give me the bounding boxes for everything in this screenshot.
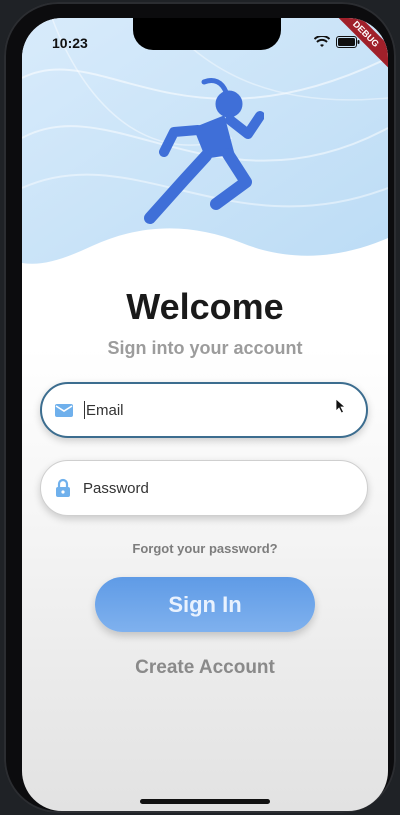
mail-icon: [55, 404, 73, 417]
email-placeholder: Email: [86, 401, 124, 419]
welcome-title: Welcome: [126, 286, 284, 327]
create-account-link[interactable]: Create Account: [22, 657, 388, 679]
email-field[interactable]: Email: [40, 382, 368, 438]
forgot-password-link[interactable]: Forgot your password?: [22, 541, 388, 556]
sign-in-button[interactable]: Sign In: [95, 577, 315, 632]
welcome-subtitle: Sign into your account: [107, 338, 303, 358]
camera-notch: [133, 18, 281, 50]
lock-icon: [56, 478, 70, 497]
wifi-icon: [314, 36, 330, 47]
text-caret: [84, 401, 85, 419]
mouse-pointer-icon: [335, 398, 347, 414]
home-indicator: [140, 799, 270, 804]
runner-icon: [144, 77, 264, 224]
app-screen: 10:23 DEBUG Welcome Sign into your accou…: [22, 18, 388, 811]
password-field[interactable]: Password: [40, 460, 368, 516]
battery-icon: [336, 36, 360, 48]
status-time: 10:23: [52, 35, 88, 51]
status-icons: [314, 36, 360, 48]
password-placeholder: Password: [83, 479, 149, 497]
